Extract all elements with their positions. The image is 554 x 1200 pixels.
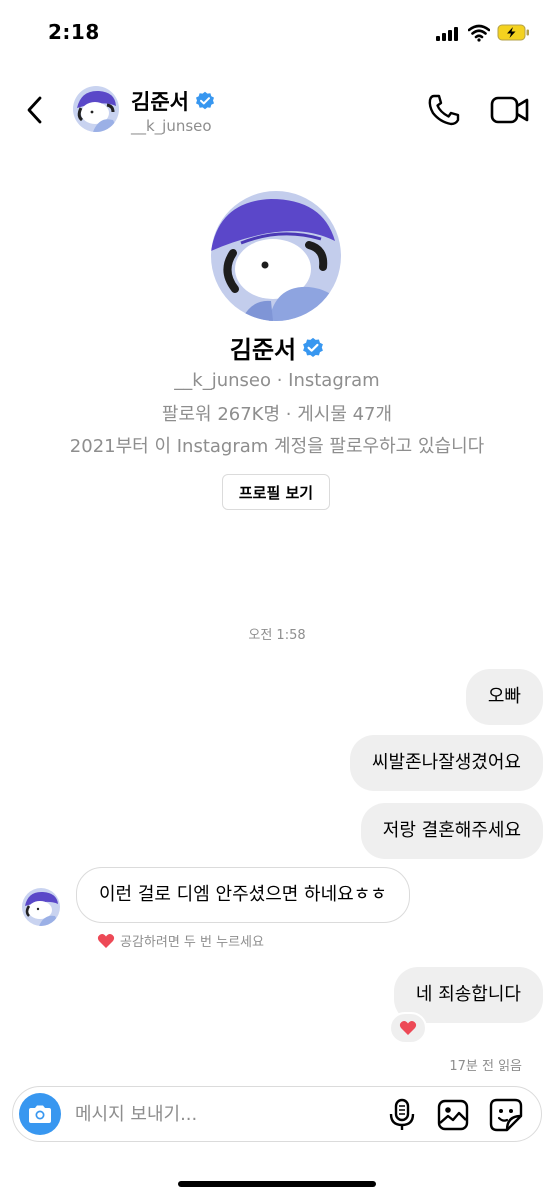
header-avatar[interactable] xyxy=(73,86,119,132)
message-bubble-outgoing[interactable]: 저랑 결혼해주세요 xyxy=(360,803,543,859)
verified-badge-icon xyxy=(303,337,324,357)
cellular-signal-icon xyxy=(436,27,460,41)
microphone-icon[interactable] xyxy=(387,1098,417,1132)
profile-follow-since: 2021부터 이 Instagram 계정을 팔로우하고 있습니다 xyxy=(69,436,485,457)
gallery-icon[interactable] xyxy=(437,1099,469,1131)
sticker-icon[interactable] xyxy=(489,1098,523,1132)
status-bar: 2:18 xyxy=(0,0,554,64)
message-reaction[interactable] xyxy=(389,1012,427,1044)
profile-name-row: 김준서 xyxy=(0,330,554,365)
avatar-illustration xyxy=(73,86,119,132)
verified-badge-icon xyxy=(195,91,214,110)
profile-stats: 팔로워 267K명 · 게시물 47개 xyxy=(161,404,393,425)
home-indicator xyxy=(178,1181,376,1187)
phone-call-icon[interactable] xyxy=(426,92,462,128)
view-profile-button[interactable]: 프로필 보기 xyxy=(222,474,330,510)
double-tap-hint: 공감하려면 두 번 누르세요 xyxy=(97,931,264,950)
header-name: 김준서 xyxy=(131,90,189,114)
message-bubble-outgoing[interactable]: 오빠 xyxy=(465,669,543,725)
profile-avatar[interactable] xyxy=(211,191,341,321)
header-name-row[interactable]: 김준서 xyxy=(131,86,215,116)
back-button[interactable] xyxy=(20,92,50,128)
header-handle: __k_junseo xyxy=(131,117,212,135)
avatar-illustration xyxy=(22,888,60,926)
message-bubble-incoming[interactable]: 이런 걸로 디엠 안주셨으면 하네요ㅎㅎ xyxy=(76,867,410,923)
profile-subtitle: __k_junseo · Instagram xyxy=(174,370,380,391)
chat-header: 김준서 __k_junseo xyxy=(0,78,554,142)
message-composer xyxy=(12,1086,542,1142)
camera-icon xyxy=(29,1105,51,1123)
sender-avatar[interactable] xyxy=(22,888,60,926)
message-bubble-outgoing[interactable]: 씨발존나잘생겼어요 xyxy=(349,735,543,791)
red-heart-icon xyxy=(399,1021,417,1035)
profile-avatar-illustration xyxy=(211,191,341,321)
message-input[interactable] xyxy=(75,1097,375,1131)
video-call-icon[interactable] xyxy=(490,94,530,126)
read-receipt: 17분 전 읽음 xyxy=(449,1059,522,1074)
camera-button[interactable] xyxy=(19,1093,61,1135)
profile-name: 김준서 xyxy=(229,336,297,364)
message-timestamp: 오전 1:58 xyxy=(248,628,306,643)
battery-charging-icon xyxy=(497,24,529,41)
status-time: 2:18 xyxy=(48,20,100,44)
wifi-icon xyxy=(468,24,490,42)
double-tap-hint-text: 공감하려면 두 번 누르세요 xyxy=(120,935,264,950)
red-heart-icon xyxy=(97,933,115,948)
